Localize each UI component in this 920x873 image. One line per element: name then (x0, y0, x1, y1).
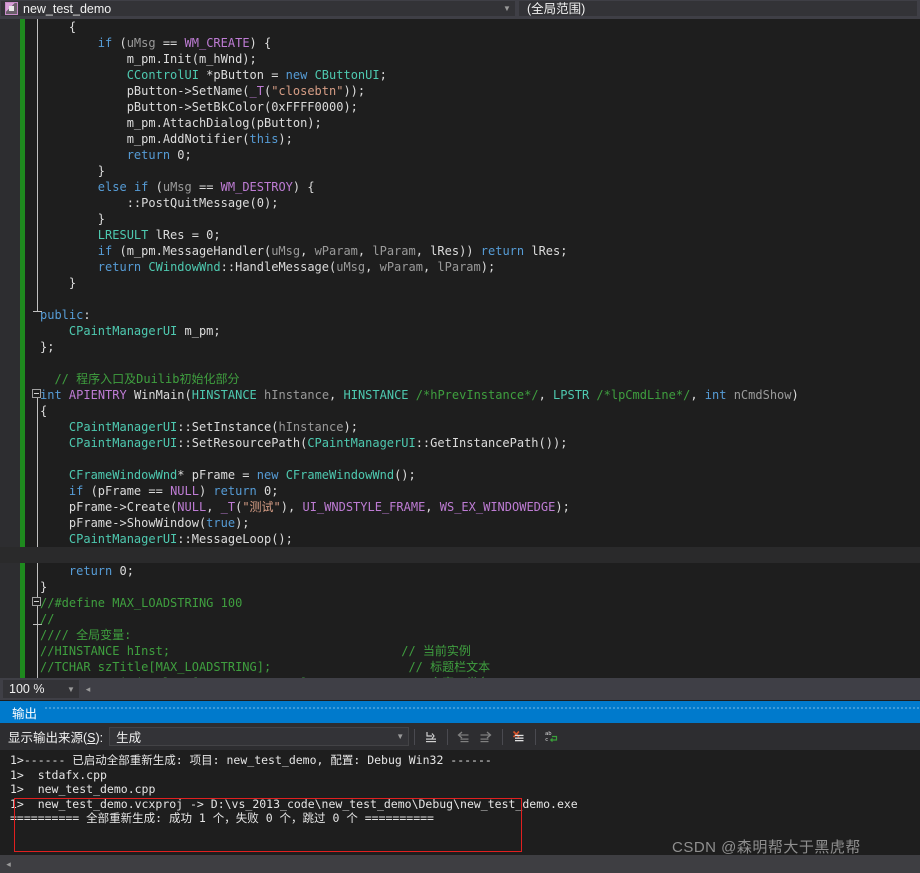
code-line: if (m_pm.MessageHandler(uMsg, wParam, lP… (97, 244, 568, 258)
output-line: ========== 全部重新生成: 成功 1 个，失败 0 个，跳过 0 个 … (10, 811, 434, 825)
toggle-word-wrap-icon[interactable]: ab c (541, 727, 563, 747)
code-line: ::PostQuitMessage(0); (40, 196, 279, 210)
code-line: } (40, 580, 48, 594)
code-line: return 0; (68, 564, 134, 578)
next-message-icon[interactable] (475, 727, 497, 747)
member-selector-dropdown[interactable]: (全局范围) (518, 0, 918, 17)
code-line: pFrame->ShowWindow(true); (40, 516, 250, 530)
code-line: CPaintManagerUI::SetInstance(hInstance); (68, 420, 358, 434)
code-line: LRESULT lRes = 0; (97, 228, 221, 242)
chevron-down-icon[interactable]: ▼ (63, 685, 79, 694)
code-line: // (40, 612, 55, 626)
code-line: { (40, 404, 48, 418)
chevron-down-icon[interactable]: ▼ (499, 1, 515, 17)
clear-all-icon[interactable] (508, 727, 530, 747)
code-editor[interactable]: { if (uMsg == WM_CREATE) { m_pm.Init(m_h… (0, 19, 920, 678)
code-line: CPaintManagerUI::MessageLoop(); (68, 532, 293, 546)
code-line: CFrameWindowWnd* pFrame = new CFrameWind… (68, 468, 416, 482)
output-line: 1> stdafx.cpp (10, 767, 107, 782)
editor-hscroll-left-arrow[interactable]: ◂ (80, 679, 96, 699)
output-pane-toolbar: 显示输出来源(S): 生成 ▼ ab c (0, 723, 920, 750)
toolbar-separator (535, 728, 537, 745)
code-line: } (40, 164, 106, 178)
visual-studio-window: new_test_demo ▼ (全局范围) { if (uMsg == WM_… (0, 0, 920, 873)
code-line: if (uMsg == WM_CREATE) { (97, 36, 272, 50)
output-line: 1> new_test_demo.cpp (10, 782, 156, 796)
chevron-down-icon[interactable]: ▼ (392, 732, 408, 741)
code-line: else if (uMsg == WM_DESTROY) { (97, 180, 315, 194)
code-line: public: (40, 308, 91, 322)
code-line: CPaintManagerUI m_pm; (68, 324, 221, 338)
show-output-from-label: 显示输出来源(S): (8, 731, 104, 745)
jump-to-source-icon[interactable] (420, 727, 442, 747)
member-selector-value: (全局范围) (527, 1, 586, 16)
previous-message-icon[interactable] (453, 727, 475, 747)
output-pane-drag-grip[interactable] (45, 701, 920, 723)
zoom-level-dropdown[interactable]: 100 % ▼ (2, 679, 80, 699)
code-line: //#define MAX_LOADSTRING 100 (40, 596, 243, 610)
toolbar-separator (447, 728, 449, 745)
code-text[interactable]: { if (uMsg == WM_CREATE) { m_pm.Init(m_h… (0, 19, 920, 678)
toolbar-separator (502, 728, 504, 745)
code-line: }; (40, 340, 55, 354)
editor-horizontal-scrollbar[interactable] (96, 679, 920, 699)
output-line: 1> new_test_demo.vcxproj -> D:\vs_2013_c… (10, 796, 578, 811)
class-selector-icon (5, 2, 18, 15)
zoom-level-value: 100 % (9, 682, 45, 696)
code-line: // 程序入口及Duilib初始化部分 (40, 372, 240, 386)
type-selector-dropdown[interactable]: new_test_demo ▼ (0, 0, 516, 17)
toolbar-separator (414, 728, 416, 745)
csdn-watermark: CSDN @森明帮大于黑虎帮 (672, 839, 861, 856)
code-line: m_pm.AttachDialog(pButton); (40, 116, 322, 130)
code-line: pButton->SetName(_T("closebtn")); (40, 84, 366, 98)
code-line: } (40, 212, 106, 226)
code-line: int APIENTRY WinMain(HINSTANCE hInstance… (40, 388, 799, 402)
code-line: { (40, 20, 77, 34)
output-pane-title-bar[interactable]: 输出 (0, 701, 920, 723)
output-line: 1>------ 已启动全部重新生成: 项目: new_test_demo, 配… (10, 753, 492, 767)
code-line: //// 全局变量: (40, 628, 132, 642)
output-source-dropdown[interactable]: 生成 ▼ (109, 727, 410, 746)
code-line: pFrame->Create(NULL, _T("测试"), UI_WNDSTY… (40, 500, 570, 514)
svg-text:c: c (545, 737, 548, 743)
code-line: //TCHAR szTitle[MAX_LOADSTRING]; // 标题栏文… (40, 660, 491, 674)
code-line: m_pm.Init(m_hWnd); (40, 52, 257, 66)
code-line: if (pFrame == NULL) return 0; (68, 484, 279, 498)
output-source-value: 生成 (116, 731, 142, 745)
type-selector-value: new_test_demo (23, 1, 112, 16)
editor-navigation-bar: new_test_demo ▼ (全局范围) (0, 0, 920, 19)
code-line: CControlUI *pButton = new CButtonUI; (126, 68, 387, 82)
code-line: return 0; (126, 148, 192, 162)
code-line: m_pm.AddNotifier(this); (40, 132, 293, 146)
code-line: return CWindowWnd::HandleMessage(uMsg, w… (97, 260, 496, 274)
code-line: pButton->SetBkColor(0xFFFF0000); (40, 100, 358, 114)
editor-status-bar: 100 % ▼ ◂ (0, 678, 920, 700)
output-pane-title: 输出 (12, 706, 38, 721)
code-line (0, 547, 920, 563)
code-line: //HINSTANCE hInst; // 当前实例 (40, 644, 471, 658)
code-line: } (40, 276, 77, 290)
code-line: CPaintManagerUI::SetResourcePath(CPaintM… (68, 436, 568, 450)
scroll-left-arrow-icon[interactable]: ◂ (0, 856, 17, 873)
output-horizontal-scrollbar[interactable]: ◂ (0, 855, 920, 873)
